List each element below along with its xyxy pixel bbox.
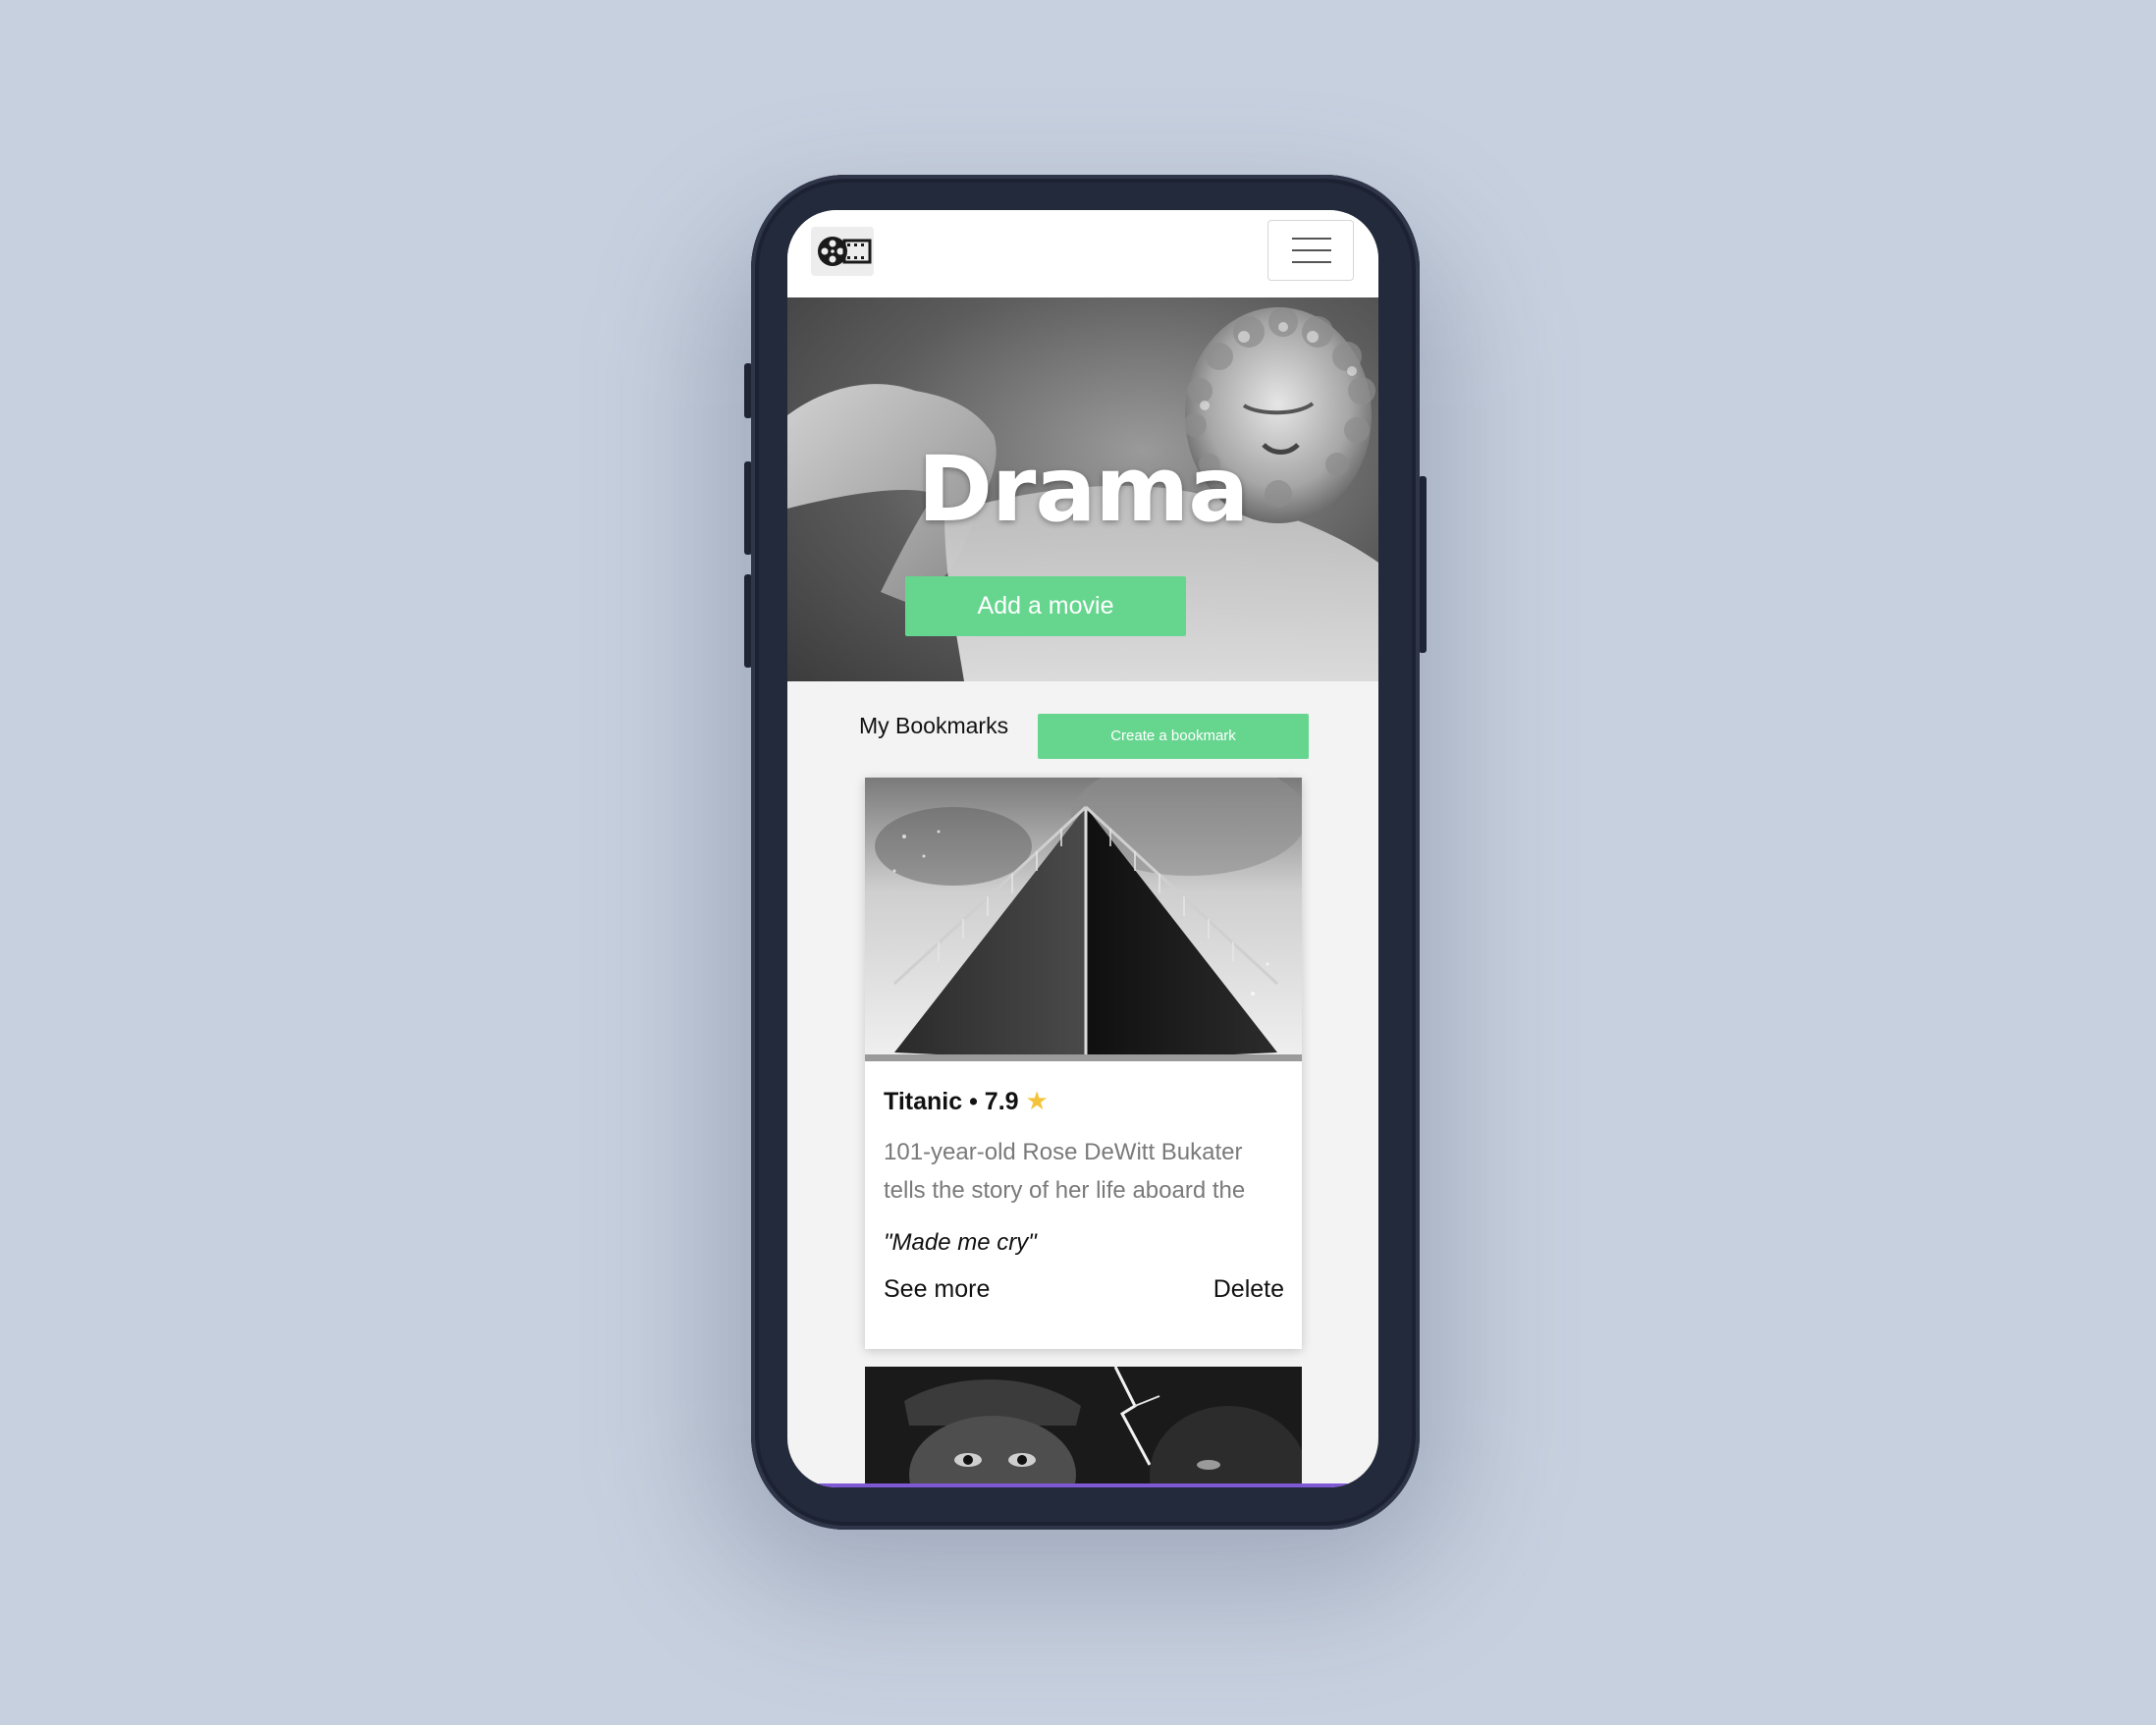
power-button — [1419, 476, 1427, 653]
movie-poster-image[interactable] — [865, 778, 1302, 1061]
bookmark-card-next[interactable] — [865, 1367, 1302, 1487]
title-separator: • — [969, 1088, 978, 1115]
movie-title: Titanic — [884, 1088, 963, 1115]
phone-screen: Drama Add a movie My Bookmarks Create a … — [787, 210, 1378, 1487]
bottom-accent-bar — [787, 1483, 1378, 1487]
star-icon: ★ — [1025, 1086, 1049, 1115]
menu-bar — [1292, 238, 1331, 240]
delete-link[interactable]: Delete — [1213, 1273, 1284, 1305]
movie-title-line: Titanic • 7.9 ★ — [884, 1085, 1049, 1117]
movie-poster-image — [865, 1367, 1302, 1487]
hero-banner: Drama Add a movie — [787, 297, 1378, 681]
bookmark-quote: "Made me cry" — [884, 1229, 1037, 1256]
navbar — [787, 210, 1378, 297]
movie-rating: 7.9 — [984, 1088, 1019, 1115]
film-reel-icon[interactable] — [811, 227, 874, 276]
menu-bar — [1292, 249, 1331, 251]
create-bookmark-button[interactable]: Create a bookmark — [1038, 714, 1309, 759]
movie-description: 101-year-old Rose DeWitt Bukater tells t… — [884, 1139, 1246, 1204]
menu-bar — [1292, 261, 1331, 263]
add-movie-button[interactable]: Add a movie — [905, 576, 1186, 636]
hamburger-menu-icon[interactable] — [1267, 220, 1354, 281]
bookmark-card: Titanic • 7.9 ★ 101-year-old Rose DeWitt… — [865, 778, 1302, 1349]
hero-title: Drama — [917, 437, 1250, 542]
bookmarks-title: My Bookmarks — [859, 713, 1009, 738]
see-more-link[interactable]: See more — [884, 1273, 990, 1305]
